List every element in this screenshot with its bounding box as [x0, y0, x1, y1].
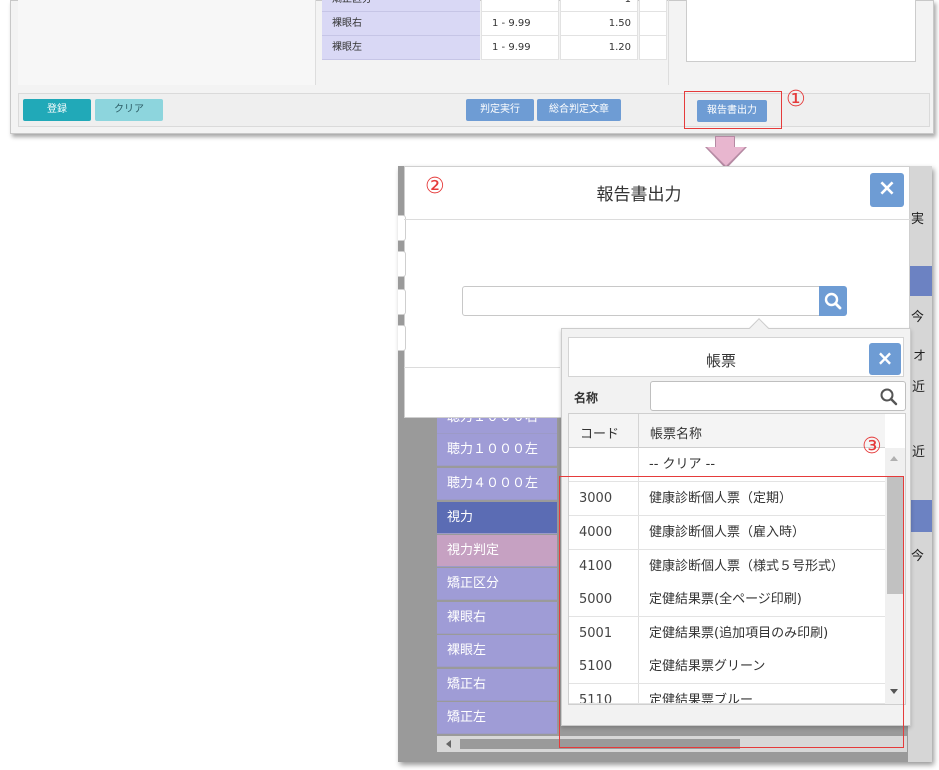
- overall-judgement-button[interactable]: 総合判定文章: [537, 99, 621, 121]
- side-tab: [398, 289, 406, 315]
- top-results-table: 矯正区分 1 裸眼右 1 - 9.99 1.50 裸眼左 1 - 9.99 1.…: [322, 0, 670, 72]
- clear-button[interactable]: クリア: [95, 99, 163, 121]
- bg-list-item: 裸眼右: [437, 602, 557, 634]
- side-tab: [398, 325, 406, 351]
- row-value[interactable]: 1: [560, 0, 638, 12]
- modal-footer-divider: [404, 367, 560, 368]
- row-extra: [639, 0, 667, 12]
- bg-list-item: 視力判定: [437, 535, 557, 567]
- bg-list-item: 裸眼左: [437, 635, 557, 667]
- column-divider: [638, 414, 639, 448]
- row-range: 1 - 9.99: [481, 12, 559, 36]
- search-button[interactable]: [819, 286, 847, 316]
- step-marker-1: ①: [786, 87, 806, 112]
- highlight-box-report: [684, 91, 782, 129]
- bg-blue-block: [910, 266, 932, 296]
- bg-text-fragment: 今: [911, 549, 925, 564]
- bg-list-item: 矯正区分: [437, 568, 557, 600]
- table-row: 裸眼左 1 - 9.99 1.20: [322, 36, 670, 60]
- column-header-code[interactable]: コード: [580, 423, 619, 442]
- row-label: 裸眼右: [322, 12, 480, 36]
- scroll-left-icon[interactable]: [446, 740, 451, 748]
- bg-list-item: 聴力１０００左: [437, 434, 557, 466]
- report-search-input[interactable]: [462, 286, 820, 316]
- bg-text-fragment: 近: [912, 380, 926, 395]
- modal-title: 報告書出力: [596, 185, 682, 205]
- bg-text-fragment: 近: [912, 445, 926, 460]
- bg-list-item: 聴力４０００左: [437, 468, 557, 500]
- step-marker-3: ③: [862, 434, 882, 459]
- background-right-column: [908, 166, 932, 762]
- arrow-head-fill: [707, 147, 745, 166]
- row-label: 矯正区分: [322, 0, 480, 12]
- bg-text-fragment: 実: [911, 212, 925, 227]
- search-icon[interactable]: [879, 387, 899, 407]
- bg-list-item: 矯正左: [437, 702, 557, 734]
- search-icon: [824, 292, 842, 310]
- row-value[interactable]: 1.20: [560, 36, 638, 60]
- side-tab: [398, 251, 406, 277]
- name-filter-input[interactable]: [650, 381, 906, 411]
- top-right-textbox[interactable]: [686, 0, 916, 62]
- top-left-area: [18, 0, 316, 85]
- name-label: 名称: [574, 391, 599, 405]
- close-icon[interactable]: ×: [869, 343, 901, 375]
- row-extra: [639, 12, 667, 36]
- row-extra: [639, 36, 667, 60]
- modal-side-tabs: [398, 215, 406, 355]
- close-icon[interactable]: ×: [870, 173, 904, 207]
- row-value[interactable]: 1.50: [560, 12, 638, 36]
- modal-header-divider: [404, 219, 910, 220]
- table-row: 矯正区分 1: [322, 0, 670, 12]
- bg-list-item: 矯正右: [437, 669, 557, 701]
- row-range: [481, 0, 559, 12]
- bg-text-fragment: オ: [913, 349, 927, 364]
- bg-text-fragment: 今: [911, 310, 925, 325]
- column-header-name[interactable]: 帳票名称: [650, 423, 702, 442]
- bg-list-item: 視力: [437, 502, 557, 534]
- row-label: 裸眼左: [322, 36, 480, 60]
- table-row: 裸眼右 1 - 9.99 1.50: [322, 12, 670, 36]
- bg-blue-block: [910, 500, 932, 532]
- register-button[interactable]: 登録: [23, 99, 91, 121]
- scroll-up-icon[interactable]: [890, 456, 898, 461]
- popover-title: 帳票: [705, 352, 736, 370]
- row-range: 1 - 9.99: [481, 36, 559, 60]
- highlight-box-list: [559, 476, 904, 748]
- judge-button[interactable]: 判定実行: [466, 99, 534, 121]
